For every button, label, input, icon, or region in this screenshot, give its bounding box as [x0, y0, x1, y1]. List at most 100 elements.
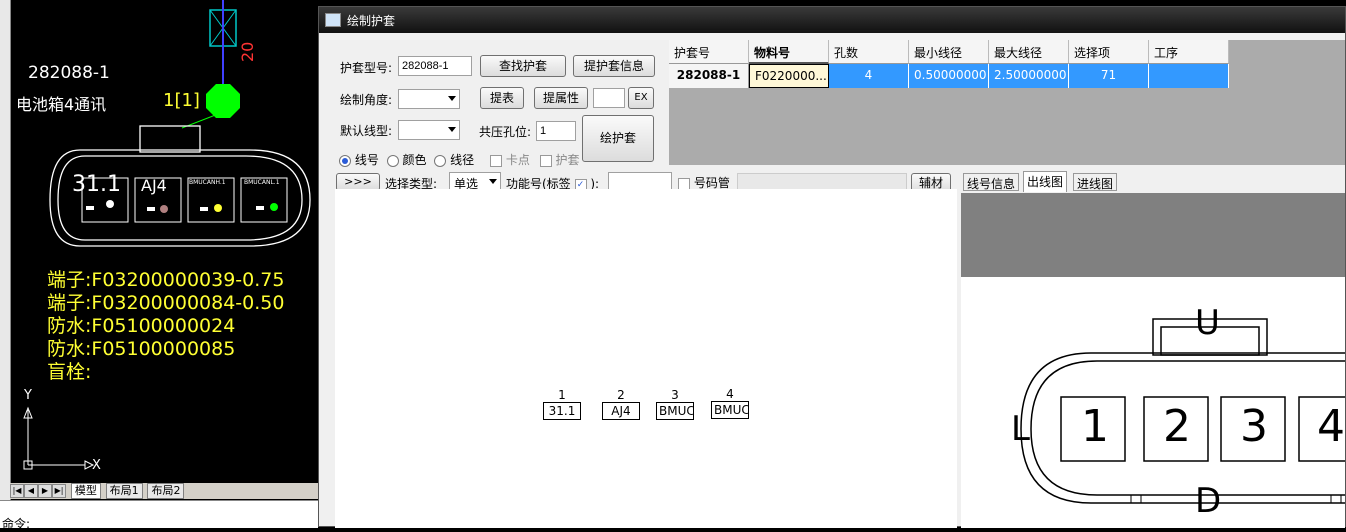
- check-label: 卡点: [505, 153, 530, 167]
- cavity-label-2: AJ4: [141, 176, 167, 195]
- tab-model[interactable]: 模型: [70, 483, 101, 499]
- sheath-type-input[interactable]: [398, 56, 472, 76]
- housing-inner: [57, 155, 303, 241]
- table-cell[interactable]: 71: [1069, 64, 1149, 88]
- info-line: 盲栓:: [47, 361, 92, 383]
- extract-attr-button[interactable]: 提属性: [534, 87, 588, 109]
- table-cell[interactable]: [1149, 64, 1229, 88]
- tab-layout2[interactable]: 布局2: [147, 483, 185, 499]
- pin-label: BMUC: [656, 402, 694, 420]
- tube-check[interactable]: [678, 177, 690, 190]
- pin-number: 2: [617, 388, 625, 402]
- window-icon: [325, 13, 341, 27]
- angle-select[interactable]: [398, 89, 460, 109]
- command-line[interactable]: 命令:: [0, 500, 318, 531]
- chevron-down-icon: [489, 179, 497, 184]
- pin-number: 3: [671, 388, 679, 402]
- cad-canvas[interactable]: 282088-1 电池箱4通讯 20 1[1] 31.1 AJ4 BMUCANH…: [0, 0, 318, 531]
- layout-tabs: |◀ ◀ ▶ ▶| 模型 布局1 布局2: [10, 483, 318, 499]
- column-header[interactable]: 最大线径: [989, 40, 1069, 64]
- label-bottom: D: [1195, 481, 1222, 521]
- tab-inlet-view[interactable]: 进线图: [1073, 173, 1118, 191]
- tab-wire-info[interactable]: 线号信息: [963, 173, 1020, 191]
- right-tabs: 线号信息 出线图 进线图: [961, 171, 1345, 193]
- tube-label: 号码管: [693, 176, 730, 190]
- preview-header-area: [961, 193, 1345, 277]
- dot-white: [106, 200, 114, 208]
- angle-label: 绘制角度:: [340, 93, 393, 107]
- column-header[interactable]: 护套号: [669, 40, 749, 64]
- cavity-number: 2: [1163, 401, 1191, 452]
- pin-preview-area[interactable]: 1 31.1 2 AJ4 3 BMUC 4 BMUC: [335, 189, 957, 528]
- connector-preview[interactable]: U L D 1 2 3 4: [961, 277, 1345, 528]
- column-header[interactable]: 工序: [1149, 40, 1229, 64]
- sheath-table: 护套号 物料号 孔数 最小线径 最大线径 选择项 工序 282088-1 F02…: [669, 40, 1345, 165]
- pin-item[interactable]: 3 BMUC: [656, 389, 694, 420]
- find-sheath-button[interactable]: 查找护套: [480, 55, 566, 77]
- crimp-label: 共压孔位:: [479, 125, 532, 139]
- check-label: 护套: [555, 153, 580, 167]
- terminal-1: [86, 206, 94, 210]
- column-header[interactable]: 选择项: [1069, 40, 1149, 64]
- cavity-label-4: BMUCANL.1: [244, 179, 280, 186]
- terminal-3: [200, 207, 208, 211]
- cavity-number: 3: [1240, 401, 1268, 452]
- radio-color[interactable]: [386, 154, 399, 167]
- node-label: 1[1]: [163, 90, 200, 111]
- extract-table-button[interactable]: 提表: [480, 87, 524, 109]
- axis-x-label: X: [92, 458, 101, 473]
- tab-layout1[interactable]: 布局1: [105, 483, 143, 499]
- radio-gauge[interactable]: [434, 154, 447, 167]
- part-number-text: 282088-1: [28, 63, 110, 83]
- wire-number-text: 20: [238, 41, 257, 62]
- label-left: L: [1011, 409, 1030, 449]
- pin-item[interactable]: 2 AJ4: [602, 389, 640, 420]
- table-cell[interactable]: 4: [829, 64, 909, 88]
- column-header[interactable]: 物料号: [749, 40, 829, 64]
- radio-label: 线号: [354, 153, 379, 167]
- check-snap[interactable]: [490, 154, 503, 167]
- next-tab-icon[interactable]: ▶: [38, 484, 52, 498]
- table-cell[interactable]: 2.50000000: [989, 64, 1069, 88]
- info-line: 防水:F05100000024: [47, 315, 236, 337]
- prev-tab-icon[interactable]: ◀: [24, 484, 38, 498]
- table-cell[interactable]: F0220000...: [749, 64, 829, 88]
- pin-number: 1: [558, 388, 566, 402]
- wire-node: [206, 84, 240, 118]
- draw-sheath-button[interactable]: 绘护套: [582, 115, 654, 162]
- table-cell[interactable]: 282088-1: [669, 64, 749, 88]
- ex-button[interactable]: EX: [628, 87, 654, 109]
- table-cell[interactable]: 0.50000000: [909, 64, 989, 88]
- terminal-2: [147, 207, 155, 211]
- chevron-down-icon: [448, 127, 456, 132]
- pin-item[interactable]: 1 31.1: [543, 389, 581, 420]
- cavity-number: 4: [1317, 401, 1345, 452]
- default-linetype-label: 默认线型:: [340, 124, 393, 138]
- axis-y-label: Y: [24, 388, 32, 403]
- pin-label: 31.1: [543, 402, 581, 420]
- info-line: 防水:F05100000085: [47, 338, 236, 360]
- extract-sheath-info-button[interactable]: 提护套信息: [573, 55, 655, 77]
- housing-tab: [139, 125, 201, 153]
- crimp-input[interactable]: [536, 121, 576, 141]
- dot-brown: [160, 205, 168, 213]
- linetype-select[interactable]: [398, 120, 460, 140]
- dialog-titlebar[interactable]: 绘制护套: [319, 7, 1345, 33]
- label-top: U: [1195, 303, 1220, 343]
- pin-label: BMUC: [711, 401, 749, 419]
- cavity-number: 1: [1081, 401, 1109, 452]
- radio-label: 颜色: [402, 153, 427, 167]
- tab-outlet-view[interactable]: 出线图: [1023, 171, 1068, 192]
- connector-face-drawing: [1020, 318, 1345, 504]
- extra-input[interactable]: [593, 88, 625, 108]
- last-tab-icon[interactable]: ▶|: [52, 484, 66, 498]
- column-header[interactable]: 最小线径: [909, 40, 989, 64]
- info-block: 端子:F03200000039-0.75 端子:F03200000084-0.5…: [47, 269, 284, 384]
- pin-label: AJ4: [602, 402, 640, 420]
- check-sheath[interactable]: [539, 154, 552, 167]
- first-tab-icon[interactable]: |◀: [10, 484, 24, 498]
- column-header[interactable]: 孔数: [829, 40, 909, 64]
- pin-item[interactable]: 4 BMUC: [711, 388, 749, 419]
- info-line: 端子:F03200000039-0.75: [47, 269, 285, 291]
- radio-wire-number[interactable]: [339, 154, 351, 167]
